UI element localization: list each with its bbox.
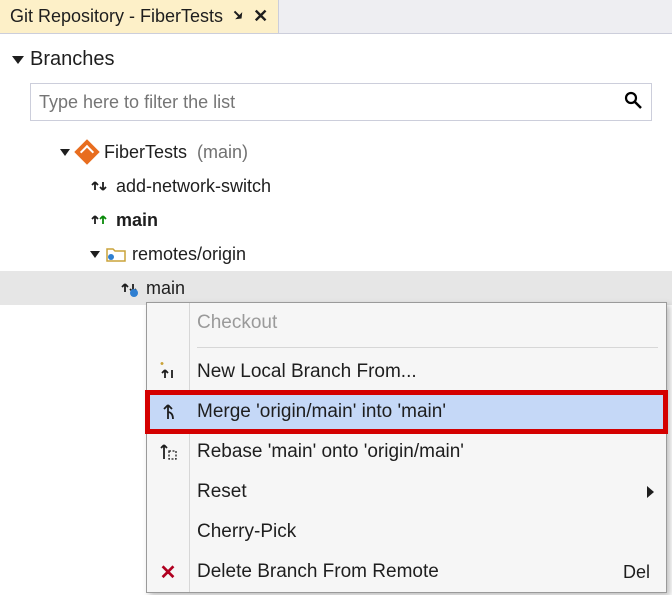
menu-label: Reset (189, 481, 666, 503)
tab-title: Git Repository - FiberTests (10, 6, 223, 27)
close-icon[interactable]: ✕ (253, 6, 268, 27)
remotes-node[interactable]: remotes/origin (30, 237, 672, 271)
menu-label: Delete Branch From Remote (189, 561, 623, 583)
remotes-label: remotes/origin (132, 244, 246, 265)
repo-icon (76, 141, 98, 163)
local-branch-node[interactable]: add-network-switch (30, 169, 672, 203)
menu-item-merge[interactable]: Merge 'origin/main' into 'main' (147, 392, 666, 432)
menu-separator (197, 347, 658, 348)
collapse-caret-icon (12, 56, 24, 64)
remote-branch-node[interactable]: main (0, 271, 672, 305)
remote-branch-icon (120, 278, 140, 298)
current-branch-hint: (main) (197, 142, 248, 163)
menu-item-reset[interactable]: Reset (147, 472, 666, 512)
branch-label: main (146, 278, 185, 299)
branch-label: main (116, 210, 158, 231)
rebase-icon (147, 442, 189, 462)
menu-item-delete-remote-branch[interactable]: ✕ Delete Branch From Remote Del (147, 552, 666, 592)
repo-node[interactable]: FiberTests (main) (30, 135, 672, 169)
menu-label: Rebase 'main' onto 'origin/main' (189, 441, 666, 463)
menu-label: Merge 'origin/main' into 'main' (189, 401, 666, 423)
repo-name: FiberTests (104, 142, 187, 163)
menu-item-cherry-pick[interactable]: Cherry-Pick (147, 512, 666, 552)
pin-icon[interactable] (231, 6, 245, 27)
branches-section-header[interactable]: Branches (0, 34, 672, 75)
branch-icon (90, 176, 110, 196)
menu-label: New Local Branch From... (189, 361, 666, 383)
menu-label: Checkout (189, 312, 666, 334)
branch-context-menu: Checkout New Local Branch From... Merge … (146, 302, 667, 593)
menu-item-new-local-branch[interactable]: New Local Branch From... (147, 352, 666, 392)
filter-input[interactable] (39, 92, 623, 113)
branch-icon (90, 210, 110, 230)
tab-bar: Git Repository - FiberTests ✕ (0, 0, 672, 34)
submenu-arrow-icon (647, 486, 654, 498)
menu-item-rebase[interactable]: Rebase 'main' onto 'origin/main' (147, 432, 666, 472)
local-branch-node[interactable]: main (30, 203, 672, 237)
active-tab[interactable]: Git Repository - FiberTests ✕ (0, 0, 279, 33)
menu-label: Cherry-Pick (189, 521, 666, 543)
menu-item-checkout: Checkout (147, 303, 666, 343)
branch-tree: FiberTests (main) add-network-switch mai… (0, 131, 672, 305)
expand-caret-icon (90, 251, 100, 258)
new-branch-icon (147, 362, 189, 382)
expand-caret-icon (60, 149, 70, 156)
delete-icon: ✕ (147, 560, 189, 585)
branch-label: add-network-switch (116, 176, 271, 197)
section-title: Branches (30, 48, 115, 71)
search-icon[interactable] (623, 90, 643, 115)
filter-box[interactable] (30, 83, 652, 121)
merge-icon (147, 402, 189, 422)
menu-shortcut: Del (623, 562, 666, 583)
remote-folder-icon (106, 245, 126, 263)
